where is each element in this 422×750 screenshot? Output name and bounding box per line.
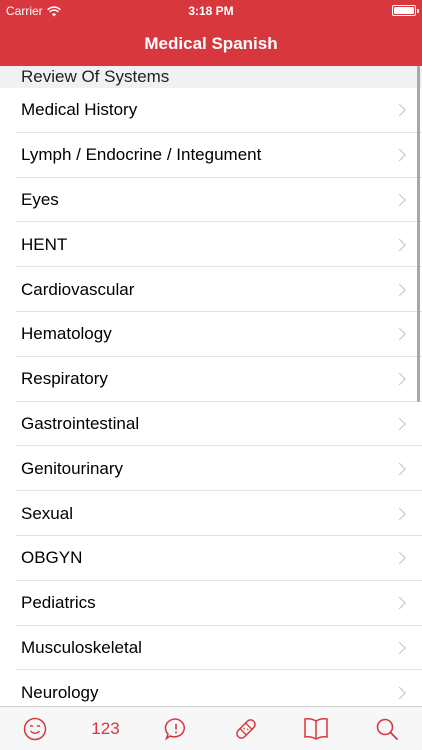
list-item-label: Sexual xyxy=(21,503,73,523)
list-item[interactable]: Hematology xyxy=(0,312,422,357)
list-item[interactable]: Neurology xyxy=(0,670,422,706)
list-item-label: OBGYN xyxy=(21,548,83,568)
chevron-right-icon xyxy=(393,417,406,431)
chevron-right-icon xyxy=(393,596,406,610)
chevron-right-icon xyxy=(393,148,406,162)
tab-phrases[interactable] xyxy=(152,709,200,749)
list-item[interactable]: HENT xyxy=(0,222,422,267)
chevron-right-icon xyxy=(393,462,406,476)
chevron-right-icon xyxy=(393,328,406,341)
chevron-right-icon xyxy=(393,641,406,655)
search-icon xyxy=(376,718,398,740)
list-item-label: Lymph / Endocrine / Integument xyxy=(21,145,262,165)
chevron-right-icon xyxy=(393,686,406,700)
bandage-icon xyxy=(236,718,256,739)
systems-list: Medical History Lymph / Endocrine / Inte… xyxy=(0,88,422,706)
list-item-label: Pediatrics xyxy=(21,593,96,613)
chevron-right-icon xyxy=(393,193,406,207)
navigation-bar: Carrier 3:18 PM Medical Spanish xyxy=(0,0,422,66)
list-item[interactable]: Musculoskeletal xyxy=(0,626,422,671)
book-icon xyxy=(304,717,329,740)
chevron-right-icon xyxy=(393,283,406,296)
tab-search[interactable] xyxy=(363,709,411,749)
list-item-label: Hematology xyxy=(21,324,112,344)
list-item-label: Respiratory xyxy=(21,369,108,389)
scroll-indicator[interactable] xyxy=(417,66,420,402)
list-item[interactable]: Gastrointestinal xyxy=(0,402,422,447)
list-item-label: Genitourinary xyxy=(21,458,124,478)
chevron-right-icon xyxy=(393,372,406,386)
list-item[interactable]: Cardiovascular xyxy=(0,267,422,312)
speech-bubble-icon xyxy=(164,717,185,740)
list-item-label: Eyes xyxy=(21,189,59,209)
list-item[interactable]: Sexual xyxy=(0,491,422,536)
status-time: 3:18 PM xyxy=(188,4,234,18)
face-icon xyxy=(23,717,47,740)
list-item[interactable]: Medical History xyxy=(0,88,422,133)
tab-face[interactable] xyxy=(11,709,59,749)
list-item-label: Medical History xyxy=(21,100,138,120)
chevron-right-icon xyxy=(393,551,406,565)
list-item-label: HENT xyxy=(21,234,68,254)
tab-bar: 123 xyxy=(0,706,422,750)
chevron-right-icon xyxy=(393,104,406,117)
tab-numbers[interactable]: 123 xyxy=(81,709,129,749)
battery-icon xyxy=(392,5,419,16)
page-title: Medical Spanish xyxy=(144,34,278,53)
list-item[interactable]: Respiratory xyxy=(0,357,422,402)
status-bar: Carrier 3:18 PM xyxy=(0,0,422,22)
list-item[interactable]: Eyes xyxy=(0,178,422,223)
section-header: Review Of Systems xyxy=(0,66,422,88)
list-item-label: Musculoskeletal xyxy=(21,637,142,657)
list-item-label: Gastrointestinal xyxy=(21,413,140,433)
list-item-label: Neurology xyxy=(21,682,99,702)
list-item-label: Cardiovascular xyxy=(21,279,135,299)
list-item[interactable]: Genitourinary xyxy=(0,446,422,491)
list-item[interactable]: OBGYN xyxy=(0,536,422,581)
list-item[interactable]: Pediatrics xyxy=(0,581,422,626)
chevron-right-icon xyxy=(393,507,406,520)
tab-dictionary[interactable] xyxy=(292,709,340,749)
tab-numbers-label: 123 xyxy=(91,718,120,738)
tab-treatment[interactable] xyxy=(222,709,270,749)
chevron-right-icon xyxy=(393,238,406,252)
list-item[interactable]: Lymph / Endocrine / Integument xyxy=(0,133,422,178)
